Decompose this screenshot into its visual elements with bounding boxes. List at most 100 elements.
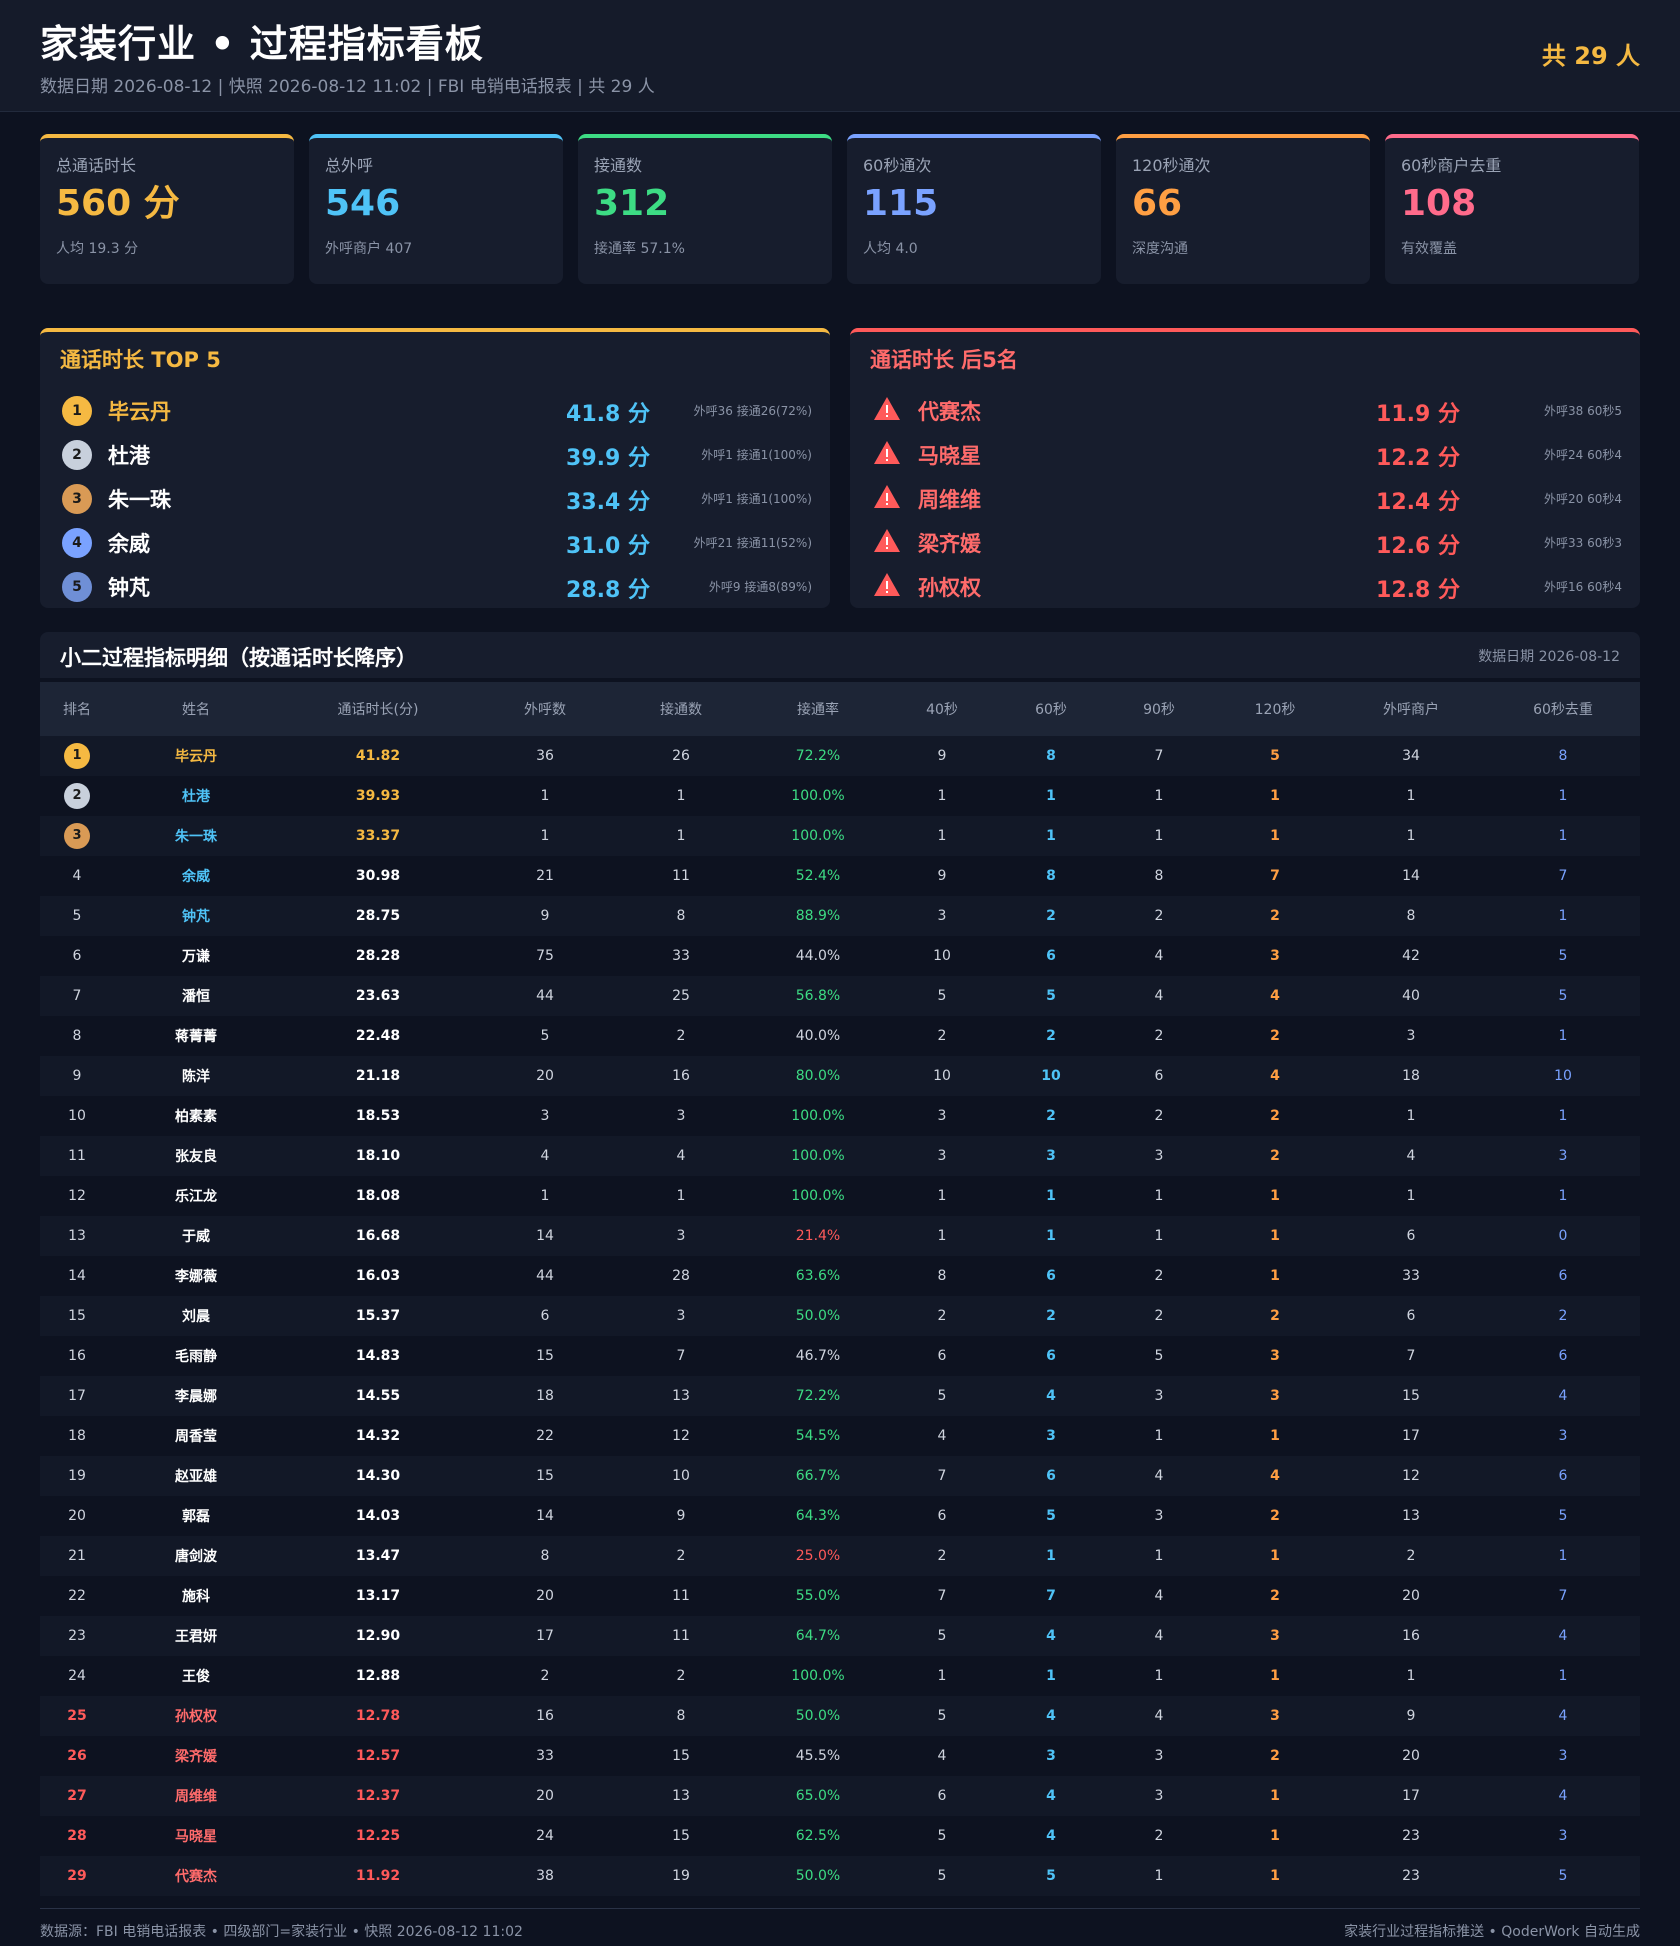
rank-medal-icon: 4 — [62, 528, 92, 558]
kpi-sub: 接通率 57.1% — [594, 241, 685, 257]
table-cell: 14 — [1336, 856, 1486, 896]
table-cell: 5 — [998, 1856, 1104, 1896]
bottom5-sub: 外呼16 60秒4 — [1544, 580, 1622, 594]
table-cell: 21 — [478, 856, 612, 896]
table-cell: 2 — [998, 896, 1104, 936]
table-cell: 7 — [1214, 856, 1336, 896]
table-cell: 1 — [1214, 1776, 1336, 1816]
table-cell: 4 — [1104, 1456, 1214, 1496]
rank-medal-icon: 5 — [62, 572, 92, 602]
table-cell: 3 — [478, 1096, 612, 1136]
table-cell: 13.17 — [278, 1576, 478, 1616]
table-cell: 56.8% — [750, 976, 886, 1016]
warning-icon — [872, 438, 902, 468]
table-cell: 17 — [40, 1376, 114, 1416]
table-cell: 3 — [612, 1096, 750, 1136]
table-cell: 15 — [478, 1336, 612, 1376]
column-header: 姓名 — [114, 682, 278, 736]
table-cell: 12 — [40, 1176, 114, 1216]
table-cell: 7 — [1486, 856, 1640, 896]
table-cell: 7 — [1486, 1576, 1640, 1616]
table-row: 24 王俊 12.88 2 2 100.0% 1 1 1 1 1 1 — [40, 1656, 1640, 1696]
table-cell: 6 — [1336, 1216, 1486, 1256]
top5-value: 28.8 分 — [566, 578, 650, 603]
bottom5-value: 12.2 分 — [1376, 446, 1460, 471]
table-cell: 万谦 — [114, 936, 278, 976]
bottom5-name: 代赛杰 — [918, 400, 981, 424]
table-cell: 1 — [612, 776, 750, 816]
column-header: 90秒 — [1104, 682, 1214, 736]
table-cell: 4 — [1214, 1456, 1336, 1496]
table-cell: 40.0% — [750, 1016, 886, 1056]
table-cell: 10 — [886, 1056, 998, 1096]
table-cell: 65.0% — [750, 1776, 886, 1816]
table-row: 8 蒋菁菁 22.48 5 2 40.0% 2 2 2 2 3 1 — [40, 1016, 1640, 1056]
table-cell: 毛雨静 — [114, 1336, 278, 1376]
column-header: 60秒去重 — [1486, 682, 1640, 736]
table-cell: 3 — [1104, 1776, 1214, 1816]
table-cell: 16 — [478, 1696, 612, 1736]
table-cell: 25 — [612, 976, 750, 1016]
table-cell: 郭磊 — [114, 1496, 278, 1536]
table-cell: 5 — [478, 1016, 612, 1056]
column-header: 外呼商户 — [1336, 682, 1486, 736]
table-cell: 钟芃 — [114, 896, 278, 936]
detail-title: 小二过程指标明细（按通话时长降序） — [60, 646, 417, 670]
table-cell: 12.88 — [278, 1656, 478, 1696]
table-cell: 8 — [40, 1016, 114, 1056]
table-cell: 64.3% — [750, 1496, 886, 1536]
table-cell: 100.0% — [750, 1656, 886, 1696]
table-cell: 13 — [612, 1376, 750, 1416]
table-cell: 20 — [478, 1776, 612, 1816]
table-cell: 12.90 — [278, 1616, 478, 1656]
table-cell: 1 — [998, 1536, 1104, 1576]
table-cell: 9 — [40, 1056, 114, 1096]
table-row: 13 于威 16.68 14 3 21.4% 1 1 1 1 6 0 — [40, 1216, 1640, 1256]
table-cell: 4 — [1486, 1376, 1640, 1416]
table-cell: 柏素素 — [114, 1096, 278, 1136]
table-row: 12 乐江龙 18.08 1 1 100.0% 1 1 1 1 1 1 — [40, 1176, 1640, 1216]
table-cell: 1 — [886, 1176, 998, 1216]
top5-panel: 通话时长 TOP 5 1 毕云丹 41.8 分 外呼36 接通26(72%) 2 杜港 39… — [40, 328, 830, 608]
table-cell: 1 — [886, 1656, 998, 1696]
table-cell: 44 — [478, 1256, 612, 1296]
table-cell: 7 — [612, 1336, 750, 1376]
table-cell: 6 — [998, 936, 1104, 976]
footer-credit: 家装行业过程指标推送 • QoderWork 自动生成 — [1344, 1924, 1640, 1940]
kpi-value: 312 — [594, 183, 670, 224]
detail-table: 排名 姓名 通话时长(分) 外呼数 接通数 接通率 40秒 60秒 90秒 120秒 外呼商户 60秒… — [40, 682, 1640, 1896]
table-cell: 1 — [1336, 816, 1486, 856]
table-cell: 3 — [886, 1136, 998, 1176]
kpi-row: 总通话时长 560 分人均 19.3 分总外呼 546 外呼商户 407 接通数 312 接… — [40, 134, 1640, 284]
table-cell: 杜港 — [114, 776, 278, 816]
table-row: 1 毕云丹 41.82 36 26 72.2% 9 8 7 5 34 8 — [40, 736, 1640, 776]
table-cell: 9 — [886, 856, 998, 896]
table-cell: 1 — [612, 1176, 750, 1216]
table-cell: 5 — [40, 896, 114, 936]
table-cell: 1 — [1104, 816, 1214, 856]
table-cell: 24 — [40, 1656, 114, 1696]
column-header: 接通数 — [612, 682, 750, 736]
table-cell: 2 — [886, 1296, 998, 1336]
top5-name: 朱一珠 — [108, 488, 171, 512]
table-cell: 1 — [1214, 1416, 1336, 1456]
table-cell: 3 — [1104, 1496, 1214, 1536]
table-row: 6 万谦 28.28 75 33 44.0% 10 6 4 3 42 5 — [40, 936, 1640, 976]
top5-row: 1 毕云丹 41.8 分 外呼36 接通26(72%) — [40, 388, 830, 432]
bottom5-sub: 外呼20 60秒4 — [1544, 492, 1622, 506]
table-cell: 30.98 — [278, 856, 478, 896]
table-cell: 33 — [1336, 1256, 1486, 1296]
table-cell: 2 — [1214, 1496, 1336, 1536]
table-row: 11 张友良 18.10 4 4 100.0% 3 3 3 2 4 3 — [40, 1136, 1640, 1176]
top5-sub: 外呼21 接通11(52%) — [693, 536, 812, 550]
table-cell: 8 — [1104, 856, 1214, 896]
table-cell: 18 — [40, 1416, 114, 1456]
kpi-value: 546 — [325, 183, 401, 224]
table-cell: 1 — [1214, 1536, 1336, 1576]
table-cell: 16 — [612, 1056, 750, 1096]
table-cell: 1 — [1214, 1216, 1336, 1256]
table-cell: 孙权权 — [114, 1696, 278, 1736]
table-cell: 1 — [1486, 1176, 1640, 1216]
table-cell: 2 — [1214, 1136, 1336, 1176]
table-cell: 6 — [1486, 1256, 1640, 1296]
